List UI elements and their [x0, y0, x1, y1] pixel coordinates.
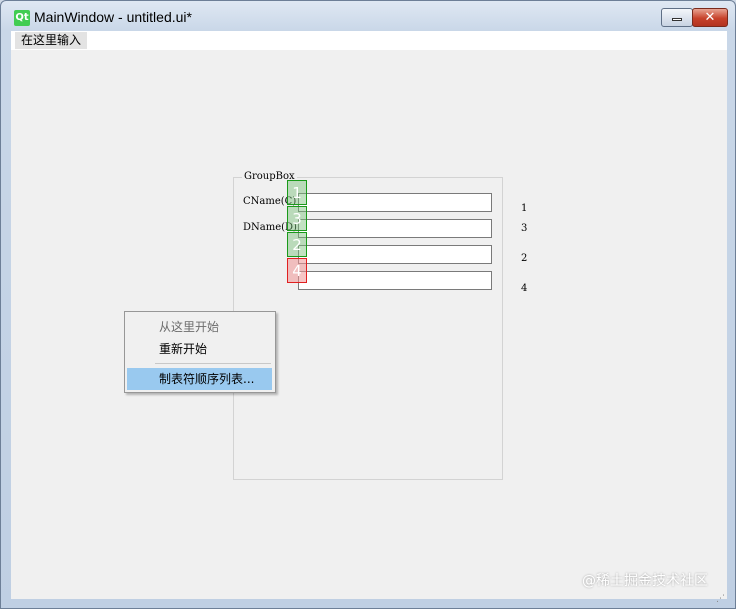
close-button[interactable]: ✕ [692, 8, 728, 27]
window-title: MainWindow - untitled.ui* [34, 9, 192, 25]
title-bar[interactable]: Qt MainWindow - untitled.ui* ✕ [0, 0, 736, 30]
menu-type-here[interactable]: 在这里输入 [15, 32, 88, 49]
order-number: 4 [521, 283, 528, 294]
tab-order-marker[interactable]: 2 [287, 232, 307, 257]
form-canvas[interactable]: GroupBox CName(C) DName(D) 1 3 2 4 1 3 2… [11, 50, 727, 599]
tab-order-marker[interactable]: 3 [287, 206, 307, 231]
line-edit-3[interactable] [298, 245, 492, 264]
close-icon: ✕ [704, 10, 716, 25]
watermark: @稀土掘金技术社区 [582, 573, 708, 589]
line-edit-1[interactable] [298, 193, 492, 212]
size-grip-icon[interactable]: ⋰ [716, 594, 726, 604]
minimize-button[interactable] [661, 8, 693, 27]
menu-item-restart[interactable]: 重新开始 [127, 338, 272, 360]
minimize-icon [672, 18, 682, 21]
tab-order-marker-active[interactable]: 4 [287, 258, 307, 283]
menu-bar: 在这里输入 [11, 31, 727, 50]
menu-item-start-here[interactable]: 从这里开始 [127, 316, 272, 338]
order-number: 2 [521, 253, 528, 264]
order-number: 3 [521, 223, 528, 234]
line-edit-2[interactable] [298, 219, 492, 238]
menu-separator [155, 363, 271, 364]
menu-item-tab-order-list[interactable]: 制表符顺序列表... [127, 368, 272, 390]
client-area: 在这里输入 GroupBox CName(C) DName(D) 1 3 2 4… [11, 31, 727, 599]
order-number: 1 [521, 203, 528, 214]
qt-logo-icon: Qt [14, 10, 30, 26]
line-edit-4[interactable] [298, 271, 492, 290]
tab-order-marker[interactable]: 1 [287, 180, 307, 205]
context-menu: 从这里开始 重新开始 制表符顺序列表... [124, 311, 276, 393]
